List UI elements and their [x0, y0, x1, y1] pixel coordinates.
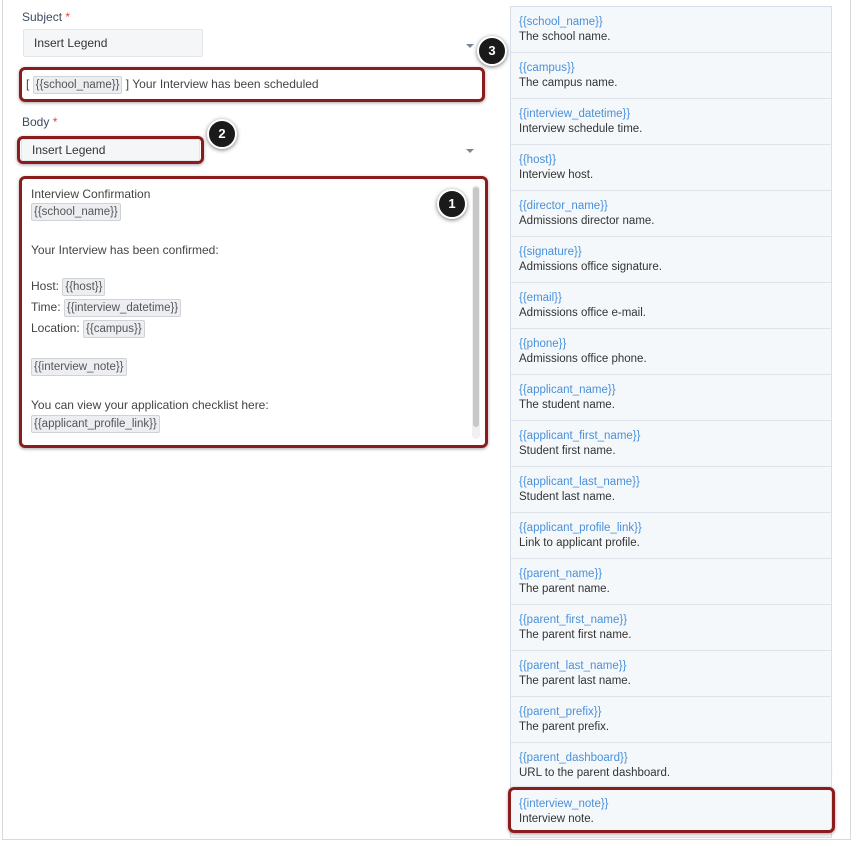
legend-variable[interactable]: {{campus}} — [519, 61, 831, 76]
legend-item: {{applicant_name}} The student name. — [511, 375, 831, 421]
legend-description: Student first name. — [519, 445, 616, 457]
legend-description: The parent last name. — [519, 675, 631, 687]
legend-variable[interactable]: {{parent_last_name}} — [519, 659, 831, 674]
legend-description: The school name. — [519, 31, 611, 43]
legend-variable[interactable]: {{applicant_profile_link}} — [519, 521, 831, 536]
legend-variable[interactable]: {{interview_datetime}} — [519, 107, 831, 122]
legend-variable[interactable]: {{parent_name}} — [519, 567, 831, 582]
legend-item: {{school_name}} The school name. — [511, 7, 831, 53]
legend-item: {{campus}} The campus name. — [511, 53, 831, 99]
subject-insert-legend-select[interactable]: Insert Legend — [23, 29, 203, 57]
legend-variable[interactable]: {{parent_dashboard}} — [519, 751, 831, 766]
subject-school-name-token: {{school_name}} — [32, 76, 123, 94]
body-line-heading: Interview Confirmation — [31, 187, 151, 201]
legend-description: Admissions office phone. — [519, 353, 647, 365]
legend-description: The student name. — [519, 399, 615, 411]
legend-item: {{applicant_last_name}} Student last nam… — [511, 467, 831, 513]
legend-variable[interactable]: {{applicant_first_name}} — [519, 429, 831, 444]
legend-panel: {{school_name}} The school name. {{campu… — [510, 6, 832, 838]
body-time-label: Time: — [31, 300, 61, 314]
legend-item: {{parent_name}} The parent name. — [511, 559, 831, 605]
body-line-checklist: You can view your application checklist … — [31, 398, 269, 412]
callout-badge-2: 2 — [207, 119, 237, 149]
legend-description: Interview schedule time. — [519, 123, 643, 135]
legend-item: {{applicant_profile_link}} Link to appli… — [511, 513, 831, 559]
required-mark: * — [65, 10, 71, 24]
legend-variable[interactable]: {{school_name}} — [519, 15, 831, 30]
legend-description: Admissions office e-mail. — [519, 307, 646, 319]
legend-description: The parent prefix. — [519, 721, 610, 733]
legend-variable[interactable]: {{phone}} — [519, 337, 831, 352]
required-mark: * — [52, 115, 58, 129]
body-time-token: {{interview_datetime}} — [63, 299, 182, 317]
body-scrollbar[interactable] — [472, 185, 480, 439]
legend-item: {{parent_dashboard}} URL to the parent d… — [511, 743, 831, 789]
legend-variable[interactable]: {{applicant_name}} — [519, 383, 831, 398]
subject-input[interactable]: [ {{school_name}} ] Your Interview has b… — [26, 72, 478, 96]
legend-description: Admissions director name. — [519, 215, 655, 227]
body-insert-legend-label: Insert Legend — [32, 143, 106, 157]
legend-item: {{parent_first_name}} The parent first n… — [511, 605, 831, 651]
legend-variable[interactable]: {{email}} — [519, 291, 831, 306]
legend-description: Interview host. — [519, 169, 594, 181]
body-label: Body * — [22, 115, 58, 129]
legend-variable[interactable]: {{signature}} — [519, 245, 831, 260]
legend-item: {{interview_datetime}} Interview schedul… — [511, 99, 831, 145]
legend-description: Admissions office signature. — [519, 261, 662, 273]
legend-variable[interactable]: {{parent_prefix}} — [519, 705, 831, 720]
body-host-label: Host: — [31, 279, 60, 293]
legend-item: {{applicant_first_name}} Student first n… — [511, 421, 831, 467]
legend-description: Link to applicant profile. — [519, 537, 640, 549]
legend-variable[interactable]: {{applicant_last_name}} — [519, 475, 831, 490]
body-dropdown-chevron-icon[interactable] — [466, 149, 474, 153]
body-scrollbar-thumb[interactable] — [473, 187, 479, 427]
body-note-token: {{interview_note}} — [31, 358, 127, 376]
body-location-token: {{campus}} — [83, 320, 145, 338]
legend-description: URL to the parent dashboard. — [519, 767, 671, 779]
legend-variable[interactable]: {{host}} — [519, 153, 831, 168]
body-profile-link-token: {{applicant_profile_link}} — [31, 415, 160, 433]
body-editor[interactable]: Interview Confirmation {{school_name}} Y… — [31, 183, 467, 438]
legend-variable[interactable]: {{director_name}} — [519, 199, 831, 214]
legend-description: The parent first name. — [519, 629, 632, 641]
legend-item: {{director_name}} Admissions director na… — [511, 191, 831, 237]
legend-item: {{signature}} Admissions office signatur… — [511, 237, 831, 283]
body-insert-legend-select[interactable]: Insert Legend — [21, 139, 200, 161]
legend-item: {{parent_prefix}} The parent prefix. — [511, 697, 831, 743]
legend-variable[interactable]: {{parent_first_name}} — [519, 613, 831, 628]
legend-note-highlight — [508, 787, 835, 833]
body-location-label: Location: — [31, 321, 80, 335]
legend-item: {{phone}} Admissions office phone. — [511, 329, 831, 375]
legend-description: Student last name. — [519, 491, 615, 503]
body-line-confirmed: Your Interview has been confirmed: — [31, 243, 219, 257]
callout-badge-1: 1 — [437, 189, 467, 219]
subject-insert-legend-label: Insert Legend — [34, 36, 108, 50]
legend-description: The campus name. — [519, 77, 618, 89]
body-school-name-token: {{school_name}} — [31, 203, 121, 221]
callout-badge-3: 3 — [477, 36, 507, 66]
legend-item: {{host}} Interview host. — [511, 145, 831, 191]
subject-dropdown-chevron-icon[interactable] — [466, 44, 474, 48]
legend-item: {{parent_last_name}} The parent last nam… — [511, 651, 831, 697]
body-host-token: {{host}} — [62, 278, 106, 296]
subject-label: Subject * — [22, 10, 71, 24]
legend-item: {{email}} Admissions office e-mail. — [511, 283, 831, 329]
legend-description: The parent name. — [519, 583, 610, 595]
